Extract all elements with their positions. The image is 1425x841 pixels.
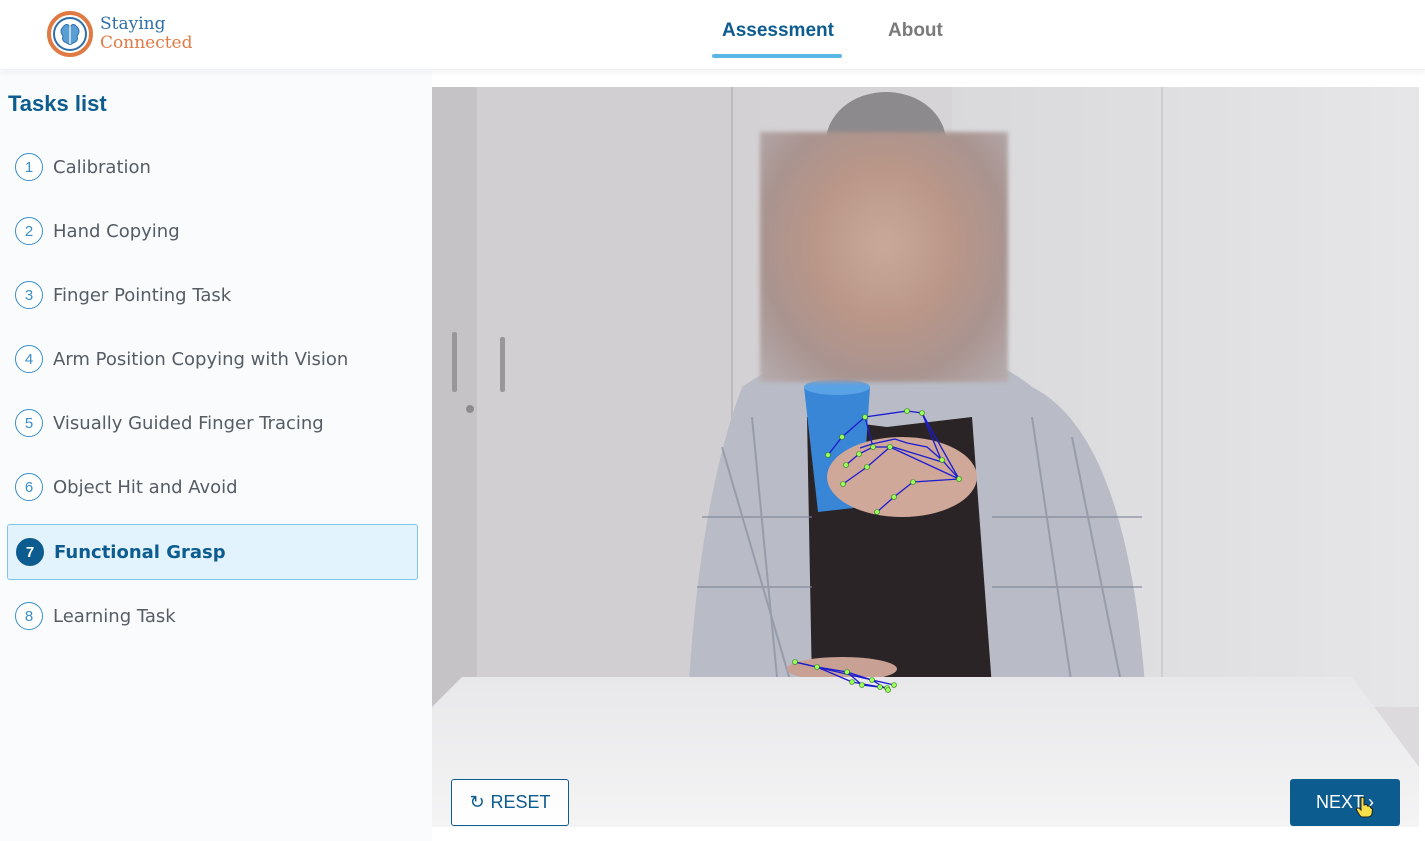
reset-button-label: RESET <box>490 792 551 812</box>
camera-feed <box>432 87 1419 827</box>
tab-active-indicator <box>712 54 842 58</box>
hand-cursor-icon <box>1355 796 1373 818</box>
task-item-finger-tracing[interactable]: 5 Visually Guided Finger Tracing <box>7 395 418 451</box>
task-label: Arm Position Copying with Vision <box>53 348 349 370</box>
task-number-badge: 1 <box>15 153 43 181</box>
sidebar-title: Tasks list <box>8 91 107 116</box>
task-label: Visually Guided Finger Tracing <box>53 412 324 434</box>
task-number-badge: 8 <box>15 602 43 630</box>
tasks-sidebar: Tasks list 1 Calibration 2 Hand Copying … <box>0 71 432 841</box>
task-label: Calibration <box>53 156 151 178</box>
task-item-hand-copying[interactable]: 2 Hand Copying <box>7 203 418 259</box>
task-item-arm-position[interactable]: 4 Arm Position Copying with Vision <box>7 331 418 387</box>
task-label: Finger Pointing Task <box>53 284 232 306</box>
task-label: Object Hit and Avoid <box>53 476 238 498</box>
task-item-finger-pointing[interactable]: 3 Finger Pointing Task <box>7 267 418 323</box>
task-number-badge: 2 <box>15 217 43 245</box>
task-number-badge: 5 <box>15 409 43 437</box>
top-nav: Assessment About <box>0 0 1425 70</box>
task-item-learning[interactable]: 8 Learning Task <box>7 588 418 644</box>
blurred-face <box>760 132 1008 382</box>
tab-about[interactable]: About <box>888 20 943 46</box>
app-header: Staying Connected Assessment About <box>0 0 1425 70</box>
task-item-object-hit[interactable]: 6 Object Hit and Avoid <box>7 459 418 515</box>
task-label: Functional Grasp <box>54 541 226 563</box>
task-number-badge: 3 <box>15 281 43 309</box>
task-item-functional-grasp[interactable]: 7 Functional Grasp <box>7 524 418 580</box>
task-number-badge: 7 <box>16 538 44 566</box>
tab-assessment[interactable]: Assessment <box>722 20 834 46</box>
task-number-badge: 6 <box>15 473 43 501</box>
task-label: Hand Copying <box>53 220 180 242</box>
task-label: Learning Task <box>53 605 176 627</box>
task-item-calibration[interactable]: 1 Calibration <box>7 139 418 195</box>
refresh-icon: ↻ <box>469 792 485 812</box>
task-number-badge: 4 <box>15 345 43 373</box>
next-button[interactable]: NEXT › <box>1290 779 1400 826</box>
reset-button[interactable]: ↻ RESET <box>451 779 569 826</box>
